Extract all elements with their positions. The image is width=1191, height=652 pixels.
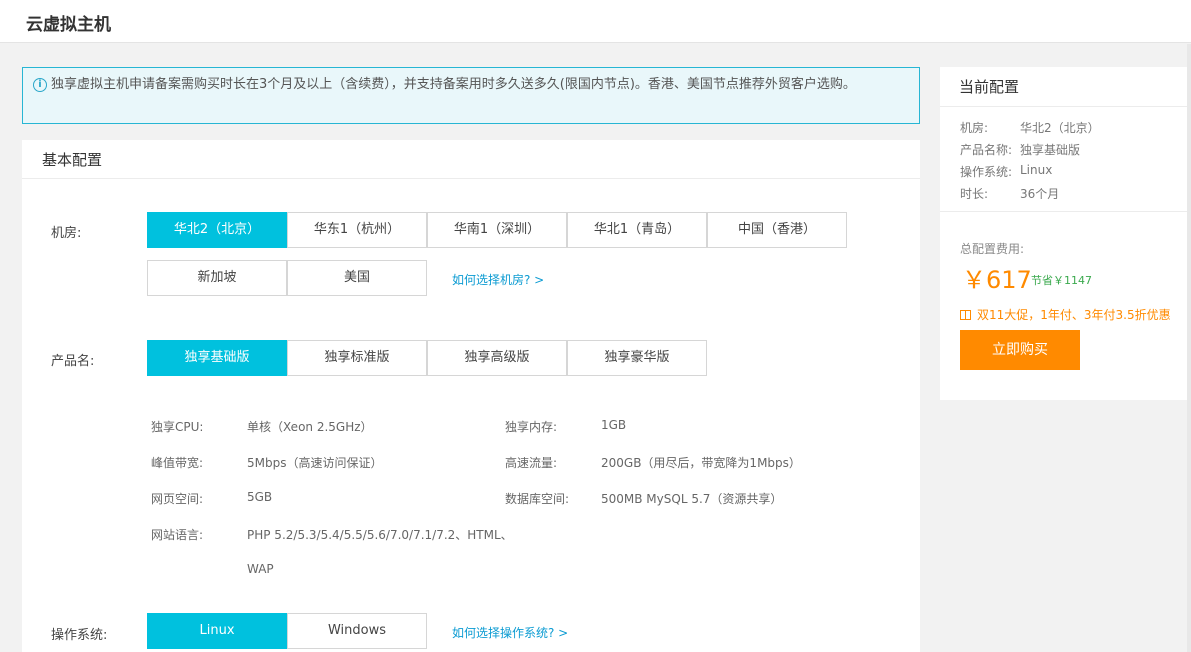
notice-text: 独享虚拟主机申请备案需购买时长在3个月及以上（含续费），并支持备案用时多久送多久… xyxy=(51,77,856,92)
summary-divider xyxy=(940,211,1191,212)
summary-os-label: 操作系统: xyxy=(960,165,1013,179)
region-option-hongkong[interactable]: 中国（香港） xyxy=(707,212,847,248)
product-option-basic[interactable]: 独享基础版 xyxy=(147,340,287,376)
spec-traffic-value: 200GB（用尽后，带宽降为1Mbps） xyxy=(601,456,801,470)
region-option-hangzhou[interactable]: 华东1（杭州） xyxy=(287,212,427,248)
spec-cpu-label: 独享CPU: xyxy=(151,420,204,434)
region-option-usa[interactable]: 美国 xyxy=(287,260,427,296)
product-label: 产品名: xyxy=(51,354,95,369)
spec-database-value: 500MB MySQL 5.7（资源共享） xyxy=(601,492,783,506)
os-option-linux[interactable]: Linux xyxy=(147,613,287,649)
page-title: 云虚拟主机 xyxy=(26,15,111,35)
os-help-link[interactable]: 如何选择操作系统? > xyxy=(452,624,568,641)
region-option-beijing[interactable]: 华北2（北京） xyxy=(147,212,287,248)
os-option-windows[interactable]: Windows xyxy=(287,613,427,649)
region-option-singapore[interactable]: 新加坡 xyxy=(147,260,287,296)
spec-cpu-value: 单核（Xeon 2.5GHz） xyxy=(247,420,373,434)
product-option-advanced[interactable]: 独享高级版 xyxy=(427,340,567,376)
spec-database-label: 数据库空间: xyxy=(505,492,570,506)
spec-memory-value: 1GB xyxy=(601,418,627,432)
total-price: ￥617 xyxy=(962,266,1032,294)
spec-bandwidth-value: 5Mbps（高速访问保证） xyxy=(247,456,383,470)
summary-panel: 当前配置 机房: 华北2（北京） 产品名称: 独享基础版 操作系统: Linux… xyxy=(940,67,1191,400)
promo-text: 双11大促，1年付、3年付3.5折优惠 xyxy=(960,306,1171,323)
page-scrollbar[interactable] xyxy=(1187,44,1191,652)
region-option-shenzhen[interactable]: 华南1（深圳） xyxy=(427,212,567,248)
spec-webspace-value: 5GB xyxy=(247,490,273,504)
info-icon: i xyxy=(33,78,47,92)
notice-banner: i 独享虚拟主机申请备案需购买时长在3个月及以上（含续费），并支持备案用时多久送多… xyxy=(22,67,920,124)
spec-traffic-label: 高速流量: xyxy=(505,456,558,470)
total-fee-label: 总配置费用: xyxy=(960,242,1025,256)
summary-duration-value: 36个月 xyxy=(1020,187,1060,201)
summary-duration-label: 时长: xyxy=(960,187,989,201)
spec-webspace-label: 网页空间: xyxy=(151,492,204,506)
summary-os-value: Linux xyxy=(1020,163,1053,177)
product-option-standard[interactable]: 独享标准版 xyxy=(287,340,427,376)
summary-region-label: 机房: xyxy=(960,121,989,135)
promo-label: 双11大促，1年付、3年付3.5折优惠 xyxy=(977,308,1171,322)
spec-language-value-cont: WAP xyxy=(247,562,274,576)
spec-language-value: PHP 5.2/5.3/5.4/5.5/5.6/7.0/7.1/7.2、HTML… xyxy=(247,528,513,542)
product-option-luxury[interactable]: 独享豪华版 xyxy=(567,340,707,376)
region-label: 机房: xyxy=(51,226,82,241)
region-option-qingdao[interactable]: 华北1（青岛） xyxy=(567,212,707,248)
region-help-link[interactable]: 如何选择机房? > xyxy=(452,271,544,288)
spec-bandwidth-label: 峰值带宽: xyxy=(151,456,204,470)
top-bar: 云虚拟主机 xyxy=(0,0,1191,43)
summary-product-label: 产品名称: xyxy=(960,143,1013,157)
os-label: 操作系统: xyxy=(51,628,108,643)
gift-icon xyxy=(960,310,971,320)
buy-now-button[interactable]: 立即购买 xyxy=(960,330,1080,370)
summary-title: 当前配置 xyxy=(940,67,1191,107)
spec-language-label: 网站语言: xyxy=(151,528,204,542)
basic-config-panel: 基本配置 机房: 华北2（北京） 华东1（杭州） 华南1（深圳） 华北1（青岛）… xyxy=(22,140,920,652)
summary-region-value: 华北2（北京） xyxy=(1020,121,1100,135)
savings-amount: 节省￥1147 xyxy=(1031,274,1092,287)
basic-config-title: 基本配置 xyxy=(22,140,920,179)
summary-product-value: 独享基础版 xyxy=(1020,143,1081,157)
spec-memory-label: 独享内存: xyxy=(505,420,558,434)
